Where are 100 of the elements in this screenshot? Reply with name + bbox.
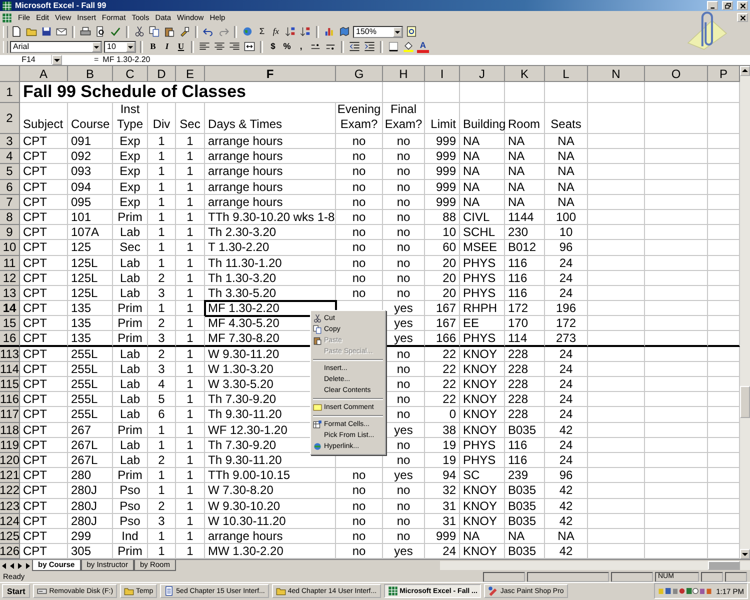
text-style-button[interactable]: B: [147, 40, 159, 54]
autosum-button[interactable]: Σ: [256, 25, 268, 38]
row-header[interactable]: 9: [0, 225, 20, 240]
outdent-icon[interactable]: [349, 41, 360, 52]
column-header[interactable]: A: [20, 66, 68, 82]
column-header[interactable]: G: [336, 66, 383, 82]
column-header[interactable]: P: [708, 66, 740, 82]
row-header[interactable]: 5: [0, 164, 20, 180]
merge-cells-icon[interactable]: [244, 41, 255, 52]
row-header[interactable]: 10: [0, 240, 20, 256]
column-header[interactable]: I: [425, 66, 460, 82]
row-header[interactable]: 118: [0, 422, 20, 438]
row-header[interactable]: 11: [0, 256, 20, 271]
print-preview-icon[interactable]: [95, 26, 106, 38]
row-header[interactable]: 116: [0, 392, 20, 408]
save-icon[interactable]: [41, 26, 52, 38]
sort-descending-icon[interactable]: [300, 26, 311, 38]
row-header[interactable]: 115: [0, 377, 20, 392]
align-right-icon[interactable]: [229, 41, 240, 52]
close-button[interactable]: [737, 13, 748, 22]
row-header[interactable]: 4: [0, 149, 20, 164]
function-button[interactable]: fx: [270, 25, 282, 38]
column-header[interactable]: L: [545, 66, 588, 82]
font-dropdown[interactable]: Arial: [10, 40, 102, 53]
close-button[interactable]: [737, 1, 748, 10]
row-header[interactable]: 123: [0, 498, 20, 514]
copy-icon[interactable]: [149, 26, 160, 38]
start-button[interactable]: Start: [2, 584, 30, 598]
row-header[interactable]: 122: [0, 483, 20, 499]
row-header[interactable]: 8: [0, 210, 20, 226]
row-header[interactable]: 121: [0, 468, 20, 484]
scroll-thumb[interactable]: [708, 561, 740, 570]
row-header[interactable]: 7: [0, 194, 20, 210]
row-header[interactable]: 15: [0, 316, 20, 332]
row-header[interactable]: 117: [0, 407, 20, 423]
row-header[interactable]: 16: [0, 331, 20, 347]
row-header[interactable]: 1: [0, 82, 20, 104]
sort-ascending-icon[interactable]: [285, 26, 296, 38]
mail-icon[interactable]: [56, 26, 67, 38]
help-icon[interactable]: [406, 26, 417, 38]
column-header[interactable]: C: [113, 66, 148, 82]
horizontal-scrollbar[interactable]: [440, 561, 750, 570]
borders-icon[interactable]: [388, 41, 399, 52]
table-cell: 19: [425, 438, 460, 453]
row-header[interactable]: 114: [0, 362, 20, 378]
restore-button[interactable]: [722, 1, 733, 10]
row-header[interactable]: 124: [0, 514, 20, 529]
map-icon[interactable]: [339, 26, 350, 38]
zoom-dropdown[interactable]: 150%: [353, 26, 403, 38]
indent-icon[interactable]: [364, 41, 375, 52]
column-header[interactable]: B: [68, 66, 113, 82]
checkmark-icon[interactable]: [110, 26, 121, 38]
number-format-button[interactable]: ,: [295, 40, 307, 54]
row-header[interactable]: 3: [0, 134, 20, 150]
vertical-scrollbar[interactable]: [740, 66, 750, 560]
row-header[interactable]: 13: [0, 286, 20, 302]
row-header[interactable]: 126: [0, 544, 20, 560]
column-header[interactable]: F: [205, 66, 336, 82]
number-format-button[interactable]: $: [267, 40, 279, 54]
row-header[interactable]: 113: [0, 346, 20, 362]
row-header[interactable]: 120: [0, 452, 20, 468]
table-cell: NA: [545, 149, 588, 164]
table-cell: 1: [176, 528, 205, 544]
scroll-thumb[interactable]: [740, 386, 750, 418]
column-header[interactable]: E: [176, 66, 205, 82]
formula-field[interactable]: MF 1.30-2.20: [102, 55, 750, 64]
row-header[interactable]: 119: [0, 438, 20, 453]
column-header[interactable]: J: [460, 66, 505, 82]
spreadsheet-icon[interactable]: [2, 12, 12, 23]
new-file-icon[interactable]: [11, 26, 22, 38]
row-header[interactable]: 125: [0, 528, 20, 544]
column-header[interactable]: O: [645, 66, 708, 82]
column-header[interactable]: K: [505, 66, 545, 82]
column-header[interactable]: N: [588, 66, 645, 82]
row-header[interactable]: 12: [0, 270, 20, 286]
globe-icon[interactable]: [242, 26, 253, 38]
scroll-up-icon[interactable]: [740, 66, 750, 76]
align-center-icon[interactable]: [214, 41, 225, 52]
align-left-icon[interactable]: [199, 41, 210, 52]
text-style-button[interactable]: I: [161, 40, 173, 54]
number-format-button[interactable]: %: [281, 40, 293, 54]
font-size-dropdown[interactable]: 10: [104, 40, 136, 53]
scroll-down-icon[interactable]: [740, 549, 750, 560]
row-header[interactable]: 6: [0, 180, 20, 195]
chart-icon[interactable]: [324, 26, 335, 38]
open-folder-icon[interactable]: [26, 26, 37, 38]
column-header[interactable]: H: [383, 66, 425, 82]
paintbrush-icon[interactable]: [179, 26, 190, 38]
minimize-button[interactable]: [707, 1, 718, 10]
text-style-button[interactable]: U: [175, 40, 187, 54]
comment-icon: [313, 403, 322, 412]
row-header[interactable]: 14: [0, 301, 20, 316]
tray-icons-drawing[interactable]: [658, 587, 712, 596]
print-icon[interactable]: [80, 26, 91, 38]
fill-color-icon[interactable]: [403, 41, 414, 52]
row-header[interactable]: 2: [0, 103, 20, 134]
undo-icon[interactable]: [203, 26, 214, 38]
column-header[interactable]: D: [148, 66, 176, 82]
scissors-icon[interactable]: [134, 26, 145, 38]
paste-icon[interactable]: [164, 26, 175, 38]
